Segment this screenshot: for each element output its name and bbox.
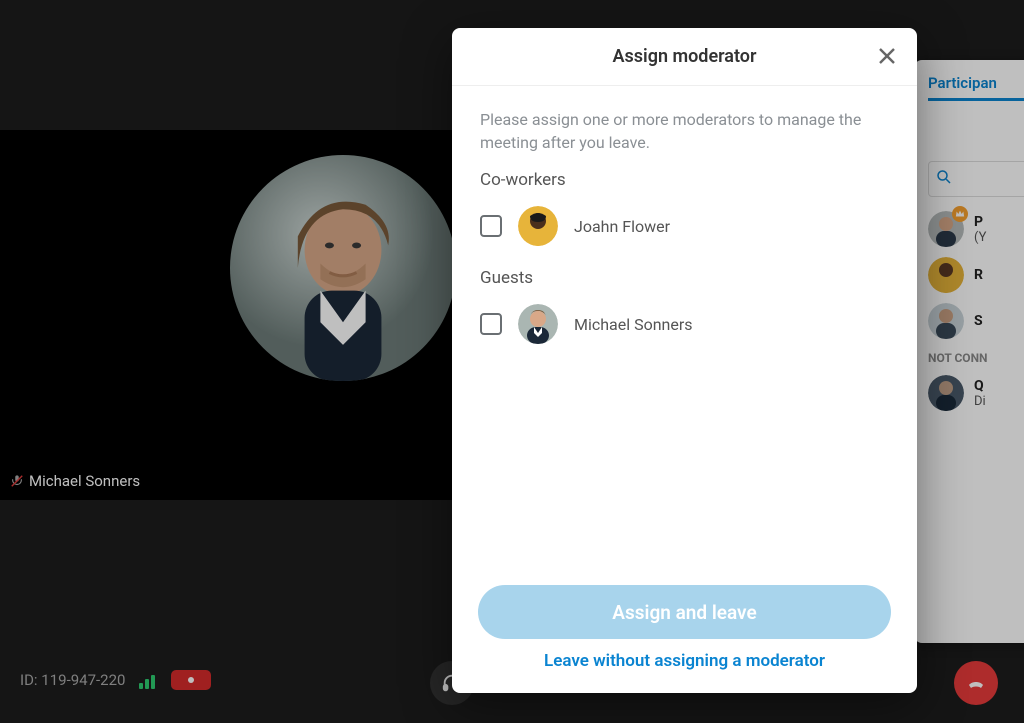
close-icon[interactable]: [875, 44, 903, 72]
modal-body: Please assign one or more moderators to …: [452, 86, 917, 571]
person-row: Joahn Flower: [480, 206, 889, 246]
person-name: Michael Sonners: [574, 315, 693, 334]
modal-header: Assign moderator: [452, 28, 917, 86]
coworkers-group-label: Co-workers: [480, 170, 889, 190]
person-row: Michael Sonners: [480, 304, 889, 344]
person-checkbox[interactable]: [480, 215, 502, 237]
person-checkbox[interactable]: [480, 313, 502, 335]
modal-footer: Assign and leave Leave without assigning…: [452, 571, 917, 693]
person-name: Joahn Flower: [574, 217, 670, 236]
person-avatar: [518, 206, 558, 246]
assign-and-leave-button[interactable]: Assign and leave: [478, 585, 891, 639]
guests-group-label: Guests: [480, 268, 889, 288]
modal-description: Please assign one or more moderators to …: [480, 108, 889, 154]
assign-moderator-modal: Assign moderator Please assign one or mo…: [452, 28, 917, 693]
person-avatar: [518, 304, 558, 344]
leave-without-assigning-link[interactable]: Leave without assigning a moderator: [544, 651, 825, 671]
modal-title: Assign moderator: [613, 46, 757, 67]
